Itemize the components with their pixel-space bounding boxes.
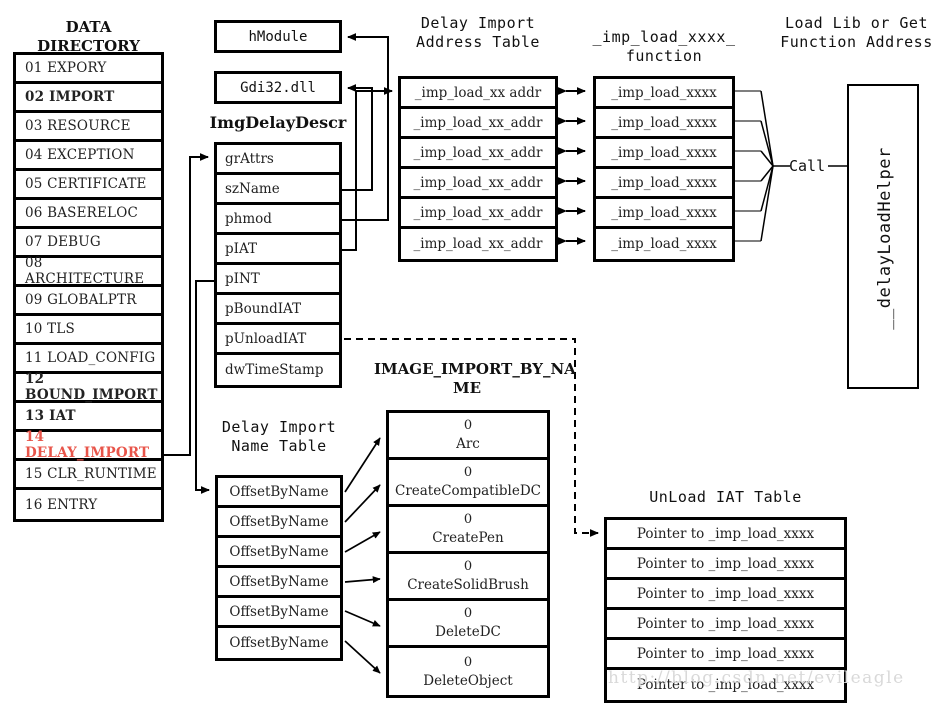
function-name: DeleteObject (423, 672, 513, 689)
list-item[interactable]: 09 GLOBALPTR (16, 287, 161, 316)
field-pbound-iat[interactable]: pBoundIAT (217, 295, 339, 325)
table-row[interactable]: OffsetByName (218, 598, 340, 628)
list-item[interactable]: 04 EXCEPTION (16, 142, 161, 171)
data-directory-title: DATA DIRECTORY (37, 18, 140, 55)
table-row[interactable]: Pointer to _imp_load_xxxx (607, 580, 844, 610)
table-row[interactable]: Pointer to _imp_load_xxxx (607, 520, 844, 550)
table-row[interactable]: _imp_load_xx addr (401, 79, 555, 109)
field-gr-attrs[interactable]: grAttrs (217, 145, 339, 175)
table-row[interactable]: _imp_load_xx_addr (401, 199, 555, 229)
list-item[interactable]: 06 BASERELOC (16, 200, 161, 229)
table-row[interactable]: 0 DeleteDC (389, 601, 547, 648)
table-row[interactable]: _imp_load_xx_addr (401, 109, 555, 139)
imp-load-function-table: _imp_load_xxxx _imp_load_xxxx _imp_load_… (593, 76, 735, 262)
delay-import-address-table: _imp_load_xx addr _imp_load_xx_addr _imp… (398, 76, 558, 262)
ordinal-value: 0 (463, 654, 473, 670)
call-label: Call (789, 157, 826, 175)
field-dw-timestamp[interactable]: dwTimeStamp (217, 355, 339, 385)
table-row[interactable]: _imp_load_xxxx (596, 229, 732, 259)
table-row[interactable]: _imp_load_xx_addr (401, 169, 555, 199)
table-row[interactable]: _imp_load_xxxx (596, 169, 732, 199)
delay-load-helper-box: __delayLoadHelper (847, 84, 919, 389)
field-pint[interactable]: pINT (217, 265, 339, 295)
list-item[interactable]: 08 ARCHITECTURE (16, 255, 161, 287)
delay-import-address-table-title: Delay Import Address Table (416, 14, 540, 51)
table-row[interactable]: 0 CreateCompatibleDC (389, 460, 547, 507)
list-item[interactable]: 13 IAT (16, 403, 161, 432)
list-item[interactable]: 07 DEBUG (16, 229, 161, 258)
table-row[interactable]: _imp_load_xxxx (596, 79, 732, 109)
list-item[interactable]: 15 CLR_RUNTIME (16, 461, 161, 490)
list-item[interactable]: 16 ENTRY (16, 490, 161, 519)
list-item[interactable]: 10 TLS (16, 316, 161, 345)
field-phmod[interactable]: phmod (217, 205, 339, 235)
table-row[interactable]: OffsetByName (218, 508, 340, 538)
table-row[interactable]: OffsetByName (218, 538, 340, 568)
table-row[interactable]: 0 CreatePen (389, 507, 547, 554)
field-sz-name[interactable]: szName (217, 175, 339, 205)
unload-iat-table-title: UnLoad IAT Table (649, 488, 802, 506)
imp-load-function-table-title: _imp_load_xxxx_ function (592, 28, 736, 65)
list-item[interactable]: 01 EXPORY (16, 55, 161, 84)
table-row[interactable]: 0 Arc (389, 413, 547, 460)
table-row[interactable]: Pointer to _imp_load_xxxx (607, 640, 844, 670)
field-punload-iat[interactable]: pUnloadIAT (217, 325, 339, 355)
list-item-delay-import[interactable]: 14 DELAY_IMPORT (16, 429, 161, 461)
table-row[interactable]: Pointer to _imp_load_xxxx (607, 610, 844, 640)
delay-import-name-table-title: Delay Import Name Table (221, 418, 337, 455)
delay-load-helper-label: __delayLoadHelper (875, 147, 895, 330)
table-row[interactable]: OffsetByName (218, 478, 340, 508)
table-row[interactable]: _imp_load_xx_addr (401, 229, 555, 259)
gdi32-dll-box: Gdi32.dll (214, 71, 342, 104)
list-item[interactable]: 05 CERTIFICATE (16, 171, 161, 200)
load-lib-title: Load Lib or Get Function Address (780, 14, 933, 51)
function-name: Arc (456, 436, 480, 452)
delay-import-name-table: OffsetByName OffsetByName OffsetByName O… (215, 475, 343, 661)
list-item[interactable]: 12 BOUND_IMPORT (16, 371, 161, 403)
list-item[interactable]: 11 LOAD_CONFIG (16, 345, 161, 374)
ordinal-value: 0 (463, 606, 473, 621)
data-directory-table: 01 EXPORY 02 IMPORT 03 RESOURCE 04 EXCEP… (13, 52, 164, 522)
img-delay-descr-title: ImgDelayDescr (209, 113, 347, 132)
function-name: CreateSolidBrush (407, 577, 529, 593)
table-row[interactable]: 0 DeleteObject (389, 648, 547, 695)
table-row[interactable]: _imp_load_xxxx (596, 139, 732, 169)
ordinal-value: 0 (463, 512, 473, 527)
table-row[interactable]: _imp_load_xxxx (596, 199, 732, 229)
table-row[interactable]: 0 CreateSolidBrush (389, 554, 547, 601)
field-piat[interactable]: pIAT (217, 235, 339, 265)
image-import-by-name-table: 0 Arc 0 CreateCompatibleDC 0 CreatePen 0… (386, 410, 550, 698)
function-name: CreateCompatibleDC (394, 483, 542, 499)
diagram-canvas: DATA DIRECTORY 01 EXPORY 02 IMPORT 03 RE… (0, 0, 945, 705)
table-row[interactable]: _imp_load_xx_addr (401, 139, 555, 169)
img-delay-descr-table: grAttrs szName phmod pIAT pINT pBoundIAT… (214, 142, 342, 388)
image-import-by-name-title: IMAGE_IMPORT_BY_NA ME (374, 360, 576, 397)
table-row[interactable]: Pointer to _imp_load_xxxx (607, 550, 844, 580)
ordinal-value: 0 (463, 465, 473, 480)
hmodule-box: hModule (214, 20, 342, 53)
table-row[interactable]: OffsetByName (218, 568, 340, 598)
function-name: CreatePen (432, 530, 504, 546)
watermark-text: http://blog.csdn.net/evileagle (608, 668, 905, 688)
table-row[interactable]: OffsetByName (218, 628, 340, 658)
list-item[interactable]: 03 RESOURCE (16, 113, 161, 142)
function-name: DeleteDC (435, 624, 501, 640)
ordinal-value: 0 (463, 559, 473, 574)
list-item[interactable]: 02 IMPORT (16, 84, 161, 113)
ordinal-value: 0 (463, 418, 473, 433)
table-row[interactable]: _imp_load_xxxx (596, 109, 732, 139)
